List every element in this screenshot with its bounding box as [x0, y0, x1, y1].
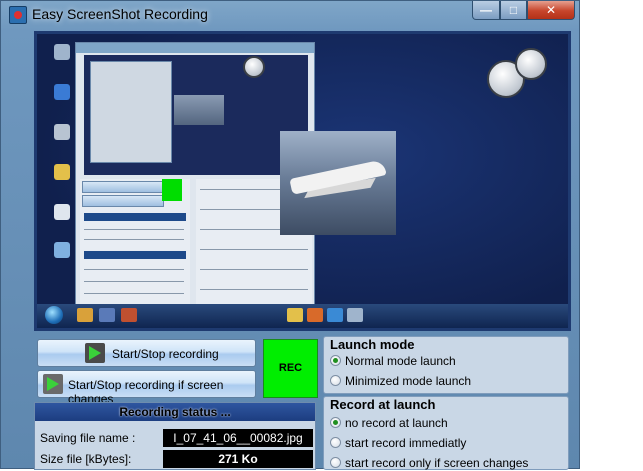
radio-dot-icon — [330, 437, 341, 448]
recording-status-title: Recording status ... — [119, 405, 231, 419]
nested-line — [84, 281, 184, 282]
radio-label: Normal mode launch — [345, 354, 456, 368]
close-button[interactable]: ✕ — [527, 1, 575, 20]
record-play-icon — [43, 374, 63, 394]
start-orb-icon — [45, 306, 63, 324]
maximize-button[interactable]: □ — [500, 1, 527, 20]
radio-label: start record immediatly — [345, 436, 467, 450]
taskbar-app-icon — [307, 308, 323, 322]
saving-file-value: I_07_41_06__00082.jpg — [163, 429, 313, 447]
nested-title-bar — [76, 43, 314, 53]
title-bar[interactable]: Easy ScreenShot Recording — □ ✕ — [1, 1, 581, 27]
app-window: Easy ScreenShot Recording — □ ✕ Start/St… — [0, 0, 581, 470]
start-stop-if-changes-button[interactable]: Start/Stop recording if screen changes — [37, 370, 256, 406]
rec-indicator: REC — [263, 339, 318, 398]
nested-status-bar — [84, 251, 186, 259]
nested-button — [82, 195, 164, 207]
recording-status-panel: Recording status ... Saving file name : … — [34, 402, 316, 470]
start-stop-recording-label: Start/Stop recording — [112, 347, 219, 361]
launch-mode-group: Launch mode Normal mode launch Minimized… — [323, 336, 569, 394]
app-icon — [9, 6, 27, 24]
radio-label: Minimized mode launch — [345, 374, 472, 388]
nested-button — [82, 181, 164, 193]
start-stop-recording-button[interactable]: Start/Stop recording — [37, 339, 256, 367]
nested-app-window — [75, 42, 315, 312]
size-file-label: Size file [kBytes]: — [40, 452, 132, 466]
taskbar-app-icon — [77, 308, 93, 322]
nested-line — [84, 239, 184, 240]
nested-line — [200, 249, 308, 250]
nested-line — [84, 293, 184, 294]
minimize-button[interactable]: — — [472, 1, 500, 20]
nested-status-bar — [84, 213, 186, 221]
nested-line — [84, 269, 184, 270]
nested-inner-window — [90, 61, 172, 163]
nested-rec-indicator — [162, 179, 182, 201]
nested-preview — [84, 55, 308, 175]
nested-plane-image — [174, 95, 224, 125]
launch-mode-title: Launch mode — [330, 337, 415, 352]
gauge-gadget-icon — [515, 48, 547, 80]
size-file-value: 271 Ko — [163, 450, 313, 468]
saving-file-label: Saving file name : — [40, 431, 136, 445]
gauge-gadget-icon — [243, 56, 265, 78]
record-play-icon — [85, 343, 105, 363]
radio-dot-icon — [330, 375, 341, 386]
record-at-launch-title: Record at launch — [330, 397, 436, 412]
airplane-image — [280, 131, 396, 235]
nested-line — [84, 229, 184, 230]
taskbar-app-icon — [347, 308, 363, 322]
taskbar-app-icon — [287, 308, 303, 322]
taskbar-app-icon — [99, 308, 115, 322]
taskbar-app-icon — [121, 308, 137, 322]
radio-label: start record only if screen changes — [345, 456, 529, 470]
taskbar-app-icon — [327, 308, 343, 322]
record-at-launch-group: Record at launch no record at launch sta… — [323, 396, 569, 470]
window-title: Easy ScreenShot Recording — [32, 6, 208, 22]
radio-dot-icon — [330, 355, 341, 366]
recording-status-header: Recording status ... — [35, 403, 315, 421]
radio-dot-icon — [330, 417, 341, 428]
taskbar — [37, 304, 568, 328]
screenshot-preview — [34, 31, 571, 331]
nested-line — [200, 289, 308, 290]
radio-dot-icon — [330, 457, 341, 468]
nested-line — [200, 269, 308, 270]
radio-label: no record at launch — [345, 416, 448, 430]
tray-clock — [533, 308, 568, 324]
